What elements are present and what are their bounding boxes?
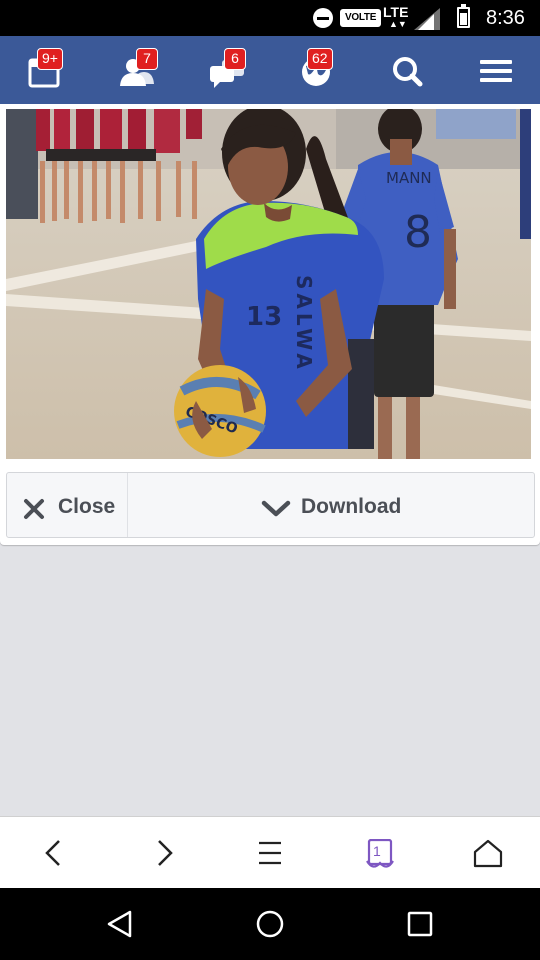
menu-icon bbox=[480, 60, 512, 82]
content-area: MANN 8 13 SALWA COSCO Close Download bbox=[0, 104, 540, 816]
globe-tab[interactable]: 62 bbox=[272, 36, 362, 104]
nav-recents-button[interactable] bbox=[380, 888, 460, 960]
nav-back-button[interactable] bbox=[80, 888, 160, 960]
close-icon bbox=[24, 499, 44, 519]
menu-tab[interactable] bbox=[450, 36, 540, 104]
close-button[interactable]: Close bbox=[7, 473, 128, 537]
search-tab[interactable] bbox=[362, 36, 452, 104]
browser-toolbar: 1 bbox=[0, 816, 540, 888]
photo-card: MANN 8 13 SALWA COSCO Close Download bbox=[0, 104, 540, 545]
forward-icon bbox=[158, 840, 173, 866]
browser-forward-button[interactable] bbox=[134, 817, 194, 889]
notifications-badge: 9+ bbox=[37, 48, 63, 70]
search-icon bbox=[393, 57, 423, 87]
nav-home-icon bbox=[256, 910, 284, 938]
menu-lines-icon bbox=[259, 841, 281, 865]
volleyball-photo[interactable]: MANN 8 13 SALWA COSCO bbox=[6, 109, 531, 459]
jersey-back-text: MANN bbox=[386, 169, 432, 187]
jersey-front-number: 13 bbox=[246, 302, 282, 332]
browser-back-button[interactable] bbox=[24, 817, 84, 889]
signal-icon bbox=[414, 8, 440, 30]
home-icon bbox=[473, 839, 503, 868]
tab-count: 1 bbox=[373, 843, 381, 859]
friend-requests-tab[interactable]: 7 bbox=[92, 36, 182, 104]
do-not-disturb-icon bbox=[313, 8, 333, 28]
browser-menu-button[interactable] bbox=[240, 817, 300, 889]
jersey-back-number: 8 bbox=[404, 207, 432, 258]
nav-home-button[interactable] bbox=[230, 888, 310, 960]
messages-badge: 6 bbox=[224, 48, 246, 70]
volte-badge: VOLTE bbox=[340, 9, 382, 27]
back-icon bbox=[45, 840, 60, 866]
globe-badge: 62 bbox=[307, 48, 333, 70]
status-bar: VOLTE LTE ▲▼ 8:36 bbox=[0, 0, 540, 36]
download-button[interactable]: Download bbox=[129, 473, 534, 537]
browser-home-button[interactable] bbox=[456, 817, 516, 889]
android-navigation-bar bbox=[0, 888, 540, 960]
facebook-top-bar: 9+ 7 6 62 bbox=[0, 36, 540, 104]
close-label: Close bbox=[58, 495, 116, 518]
jersey-side-text: SALWA bbox=[292, 275, 316, 373]
data-activity-icon: ▲▼ bbox=[389, 19, 407, 29]
volleyball: COSCO bbox=[174, 365, 266, 457]
download-label: Download bbox=[301, 495, 402, 518]
chevron-down-icon bbox=[261, 500, 291, 517]
photo-actions: Close Download bbox=[6, 472, 535, 538]
browser-tabs-button[interactable]: 1 bbox=[348, 817, 408, 889]
nav-back-icon bbox=[107, 910, 132, 938]
friend-requests-badge: 7 bbox=[136, 48, 158, 70]
battery-icon bbox=[457, 4, 470, 28]
clock: 8:36 bbox=[486, 7, 525, 29]
network-type: LTE bbox=[383, 4, 409, 20]
messages-tab[interactable]: 6 bbox=[182, 36, 272, 104]
nav-recents-icon bbox=[407, 911, 433, 937]
notifications-tab[interactable]: 9+ bbox=[0, 36, 90, 104]
